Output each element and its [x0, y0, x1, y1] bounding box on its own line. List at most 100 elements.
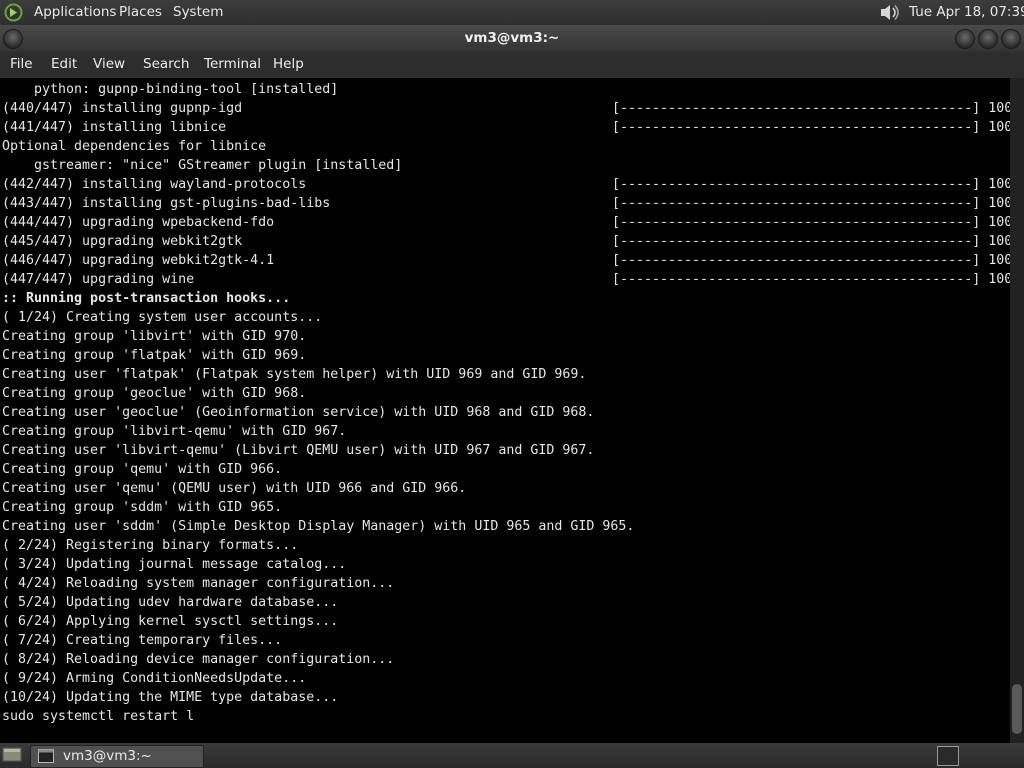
maximize-button[interactable] — [978, 29, 998, 49]
terminal-menubar: File Edit View Search Terminal Help — [0, 52, 1024, 78]
terminal-line-text: (447/447) upgrading wine — [2, 272, 195, 287]
progress-bar-text: [---------------------------------------… — [612, 120, 1010, 135]
terminal-line: ( 4/24) Reloading system manager configu… — [2, 574, 1007, 593]
terminal-line-text: Creating group 'libvirt-qemu' with GID 9… — [2, 424, 347, 439]
menu-terminal[interactable]: Terminal — [204, 52, 261, 76]
progress-bar-text: [---------------------------------------… — [612, 101, 1010, 116]
terminal-line: ( 1/24) Creating system user accounts... — [2, 308, 1007, 327]
terminal-line-text: Creating user 'qemu' (QEMU user) with UI… — [2, 481, 467, 496]
terminal-line-text: gstreamer: "nice" GStreamer plugin [inst… — [2, 158, 403, 173]
progress-bar-text: [---------------------------------------… — [612, 253, 1010, 268]
terminal-line-text: (440/447) installing gupnp-igd — [2, 101, 243, 116]
progress-bar-text: [---------------------------------------… — [612, 234, 1010, 249]
terminal-line-text: (444/447) upgrading wpebackend-fdo — [2, 215, 275, 230]
terminal-line-text: (442/447) installing wayland-protocols — [2, 177, 307, 192]
terminal-line-text: ( 4/24) Reloading system manager configu… — [2, 576, 395, 591]
terminal-line: Creating group 'geoclue' with GID 968. — [2, 384, 1007, 403]
terminal-line: (443/447) installing gst-plugins-bad-lib… — [2, 194, 1010, 213]
menu-help[interactable]: Help — [273, 52, 304, 76]
terminal-line-text: Creating group 'sddm' with GID 965. — [2, 500, 283, 515]
terminal-line: Creating user 'qemu' (QEMU user) with UI… — [2, 479, 1007, 498]
terminal-line: Creating user 'flatpak' (Flatpak system … — [2, 365, 1007, 384]
terminal-line-text: ( 8/24) Reloading device manager configu… — [2, 652, 395, 667]
terminal-line: Creating group 'libvirt' with GID 970. — [2, 327, 1007, 346]
terminal-line: python: gupnp-binding-tool [installed] — [2, 80, 1007, 99]
terminal-line-text: Creating group 'libvirt' with GID 970. — [2, 329, 307, 344]
terminal-line-text: (443/447) installing gst-plugins-bad-lib… — [2, 196, 331, 211]
terminal-line: Creating user 'geoclue' (Geoinformation … — [2, 403, 1007, 422]
terminal-line-text: ( 9/24) Arming ConditionNeedsUpdate... — [2, 671, 307, 686]
terminal-line: (442/447) installing wayland-protocols [-… — [2, 175, 1010, 194]
show-desktop-icon[interactable] — [2, 746, 22, 764]
top-panel: Applications Places System Tue Apr 18, 0… — [0, 0, 1024, 25]
terminal-line: ( 3/24) Updating journal message catalog… — [2, 555, 1007, 574]
distro-logo-icon[interactable] — [4, 3, 23, 22]
terminal-line-text: Creating group 'flatpak' with GID 969. — [2, 348, 307, 363]
terminal-line: ( 7/24) Creating temporary files... — [2, 631, 1007, 650]
terminal-line-text: Creating user 'flatpak' (Flatpak system … — [2, 367, 587, 382]
terminal-line-text: Creating user 'libvirt-qemu' (Libvirt QE… — [2, 443, 595, 458]
terminal-output[interactable]: python: gupnp-binding-tool [installed] (4… — [0, 78, 1010, 743]
applications-menu[interactable]: Applications — [34, 0, 116, 25]
terminal-line-text: (446/447) upgrading webkit2gtk-4.1 — [2, 253, 275, 268]
terminal-line: (444/447) upgrading wpebackend-fdo [-----… — [2, 213, 1010, 232]
terminal-line: sudo systemctl restart l — [2, 707, 1007, 726]
scrollbar-thumb[interactable] — [1012, 684, 1022, 734]
places-menu[interactable]: Places — [119, 0, 162, 25]
terminal-line: Creating group 'libvirt-qemu' with GID 9… — [2, 422, 1007, 441]
terminal-scrollbar[interactable] — [1010, 78, 1024, 743]
terminal-line-text: ( 7/24) Creating temporary files... — [2, 633, 283, 648]
window-title: vm3@vm3:~ — [464, 30, 560, 46]
menu-view[interactable]: View — [93, 52, 125, 76]
terminal-line-text: ( 3/24) Updating journal message catalog… — [2, 557, 347, 572]
terminal-icon — [38, 749, 54, 763]
terminal-line: ( 2/24) Registering binary formats... — [2, 536, 1007, 555]
terminal-line: (447/447) upgrading wine [---------------… — [2, 270, 1010, 289]
terminal-lines: python: gupnp-binding-tool [installed] (4… — [2, 80, 1010, 726]
terminal-line-text: ( 5/24) Updating udev hardware database.… — [2, 595, 339, 610]
terminal-line-text: python: gupnp-binding-tool [installed] — [2, 82, 339, 97]
window-titlebar[interactable]: vm3@vm3:~ — [0, 25, 1024, 52]
terminal-line: Creating user 'sddm' (Simple Desktop Dis… — [2, 517, 1007, 536]
terminal-line-text: ( 2/24) Registering binary formats... — [2, 538, 299, 553]
minimize-button[interactable] — [955, 29, 975, 49]
terminal-line-text: Creating user 'geoclue' (Geoinformation … — [2, 405, 595, 420]
clock[interactable]: Tue Apr 18, 07:39 — [909, 0, 1024, 25]
workspace-switcher[interactable] — [937, 746, 959, 766]
terminal-line: Creating user 'libvirt-qemu' (Libvirt QE… — [2, 441, 1007, 460]
menu-edit[interactable]: Edit — [51, 52, 77, 76]
terminal-line: (440/447) installing gupnp-igd [---------… — [2, 99, 1010, 118]
terminal-line: Creating group 'flatpak' with GID 969. — [2, 346, 1007, 365]
terminal-line: (10/24) Updating the MIME type database.… — [2, 688, 1007, 707]
progress-bar-text: [---------------------------------------… — [612, 272, 1010, 287]
terminal-line-text: Creating group 'geoclue' with GID 968. — [2, 386, 307, 401]
terminal-line-text: sudo systemctl restart l — [2, 709, 195, 724]
terminal-line-text: :: Running post-transaction hooks... — [2, 291, 291, 306]
terminal-line: ( 9/24) Arming ConditionNeedsUpdate... — [2, 669, 1007, 688]
terminal-line: (445/447) upgrading webkit2gtk [---------… — [2, 232, 1010, 251]
progress-bar-text: [---------------------------------------… — [612, 215, 1010, 230]
terminal-line: ( 5/24) Updating udev hardware database.… — [2, 593, 1007, 612]
progress-bar-text: [---------------------------------------… — [612, 177, 1010, 192]
bottom-panel: vm3@vm3:~ — [0, 743, 1024, 768]
menu-file[interactable]: File — [10, 52, 33, 76]
terminal-line: Optional dependencies for libnice — [2, 137, 1007, 156]
progress-bar-text: [---------------------------------------… — [612, 196, 1010, 211]
taskbar-item-terminal[interactable]: vm3@vm3:~ — [30, 745, 204, 768]
terminal-line: gstreamer: "nice" GStreamer plugin [inst… — [2, 156, 1007, 175]
close-button[interactable] — [1001, 29, 1021, 49]
terminal-line: :: Running post-transaction hooks... — [2, 289, 1007, 308]
volume-icon[interactable] — [878, 2, 902, 23]
system-menu[interactable]: System — [173, 0, 223, 25]
terminal-line-text: (445/447) upgrading webkit2gtk — [2, 234, 243, 249]
terminal-line: ( 8/24) Reloading device manager configu… — [2, 650, 1007, 669]
terminal-line-text: (441/447) installing libnice — [2, 120, 227, 135]
menu-search[interactable]: Search — [143, 52, 189, 76]
terminal-line: (441/447) installing libnice [-----------… — [2, 118, 1010, 137]
taskbar-item-label: vm3@vm3:~ — [63, 748, 152, 764]
terminal-line-text: ( 6/24) Applying kernel sysctl settings.… — [2, 614, 339, 629]
terminal-line-text: Creating group 'qemu' with GID 966. — [2, 462, 283, 477]
terminal-line: Creating group 'sddm' with GID 965. — [2, 498, 1007, 517]
terminal-line: ( 6/24) Applying kernel sysctl settings.… — [2, 612, 1007, 631]
terminal-line-text: (10/24) Updating the MIME type database.… — [2, 690, 339, 705]
